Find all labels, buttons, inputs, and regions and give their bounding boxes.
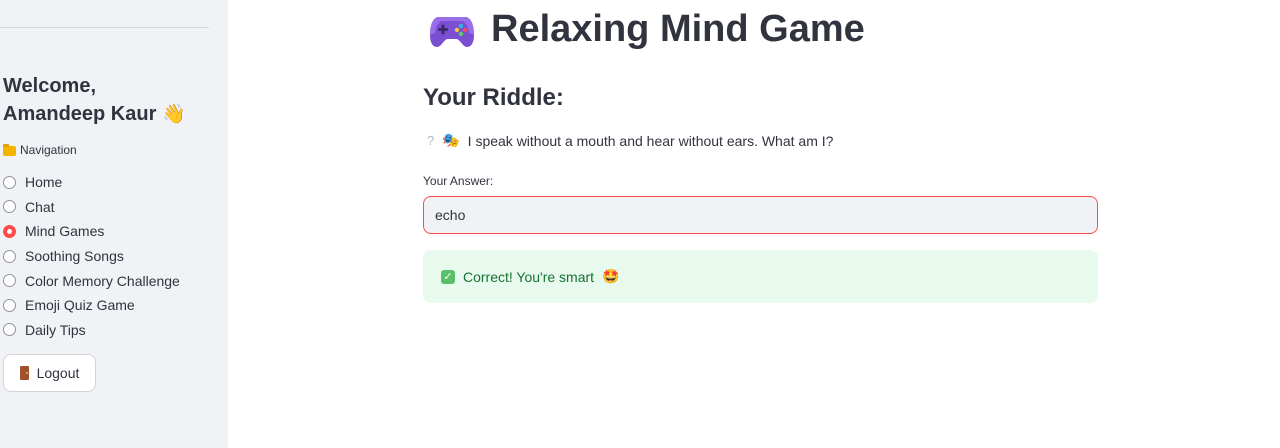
nav-option-color-memory-challenge[interactable]: Color Memory Challenge xyxy=(3,268,180,293)
riddle-text: ? 🎭 I speak without a mouth and hear wit… xyxy=(427,132,833,149)
star-struck-icon: 🤩 xyxy=(602,268,620,284)
check-mark-icon: ✓ xyxy=(441,269,455,284)
door-icon xyxy=(19,366,29,380)
radio-button[interactable] xyxy=(3,200,16,214)
navigation-radio-group: Home Chat Mind Games Soothing Songs Colo… xyxy=(3,170,180,342)
nav-option-emoji-quiz-game[interactable]: Emoji Quiz Game xyxy=(3,293,180,318)
answer-input[interactable] xyxy=(423,196,1098,234)
game-controller-icon xyxy=(430,16,474,47)
nav-option-daily-tips[interactable]: Daily Tips xyxy=(3,318,180,343)
nav-option-label: Emoji Quiz Game xyxy=(25,297,135,314)
success-text: Correct! You're smart xyxy=(463,268,595,285)
nav-option-label: Color Memory Challenge xyxy=(25,272,180,289)
success-message: ✓ Correct! You're smart 🤩 xyxy=(423,250,1098,303)
nav-option-label: Chat xyxy=(25,198,55,215)
nav-option-mind-games[interactable]: Mind Games xyxy=(3,219,180,244)
user-name: Amandeep Kaur xyxy=(3,103,157,125)
question-mark-icon: ? xyxy=(427,133,435,148)
logout-button[interactable]: Logout xyxy=(3,354,96,392)
welcome-line-1: Welcome, xyxy=(3,75,96,97)
radio-button[interactable] xyxy=(3,323,16,337)
nav-option-soothing-songs[interactable]: Soothing Songs xyxy=(3,244,180,269)
navigation-label: Navigation xyxy=(3,143,77,157)
navigation-label-text: Navigation xyxy=(20,143,77,157)
nav-option-label: Home xyxy=(25,174,63,191)
radio-button-selected[interactable] xyxy=(3,224,16,238)
radio-button[interactable] xyxy=(3,298,16,312)
nav-option-label: Daily Tips xyxy=(25,321,86,338)
logout-label: Logout xyxy=(36,365,80,381)
page-title: Relaxing Mind Game xyxy=(429,8,865,51)
radio-button[interactable] xyxy=(3,175,16,189)
answer-label: Your Answer: xyxy=(423,174,494,188)
welcome-heading: Welcome, Amandeep Kaur 👋 xyxy=(3,72,223,129)
page-title-text: Relaxing Mind Game xyxy=(491,8,865,50)
radio-button[interactable] xyxy=(3,274,16,288)
sidebar: Welcome, Amandeep Kaur 👋 Navigation Home… xyxy=(0,0,228,448)
folder-icon xyxy=(3,144,16,156)
radio-button[interactable] xyxy=(3,249,16,263)
sidebar-divider xyxy=(0,27,209,28)
riddle-question: I speak without a mouth and hear without… xyxy=(467,132,834,149)
nav-option-label: Mind Games xyxy=(25,223,105,240)
waving-hand-icon: 👋 xyxy=(161,104,186,125)
nav-option-chat[interactable]: Chat xyxy=(3,195,180,220)
theater-masks-icon: 🎭 xyxy=(442,132,460,148)
nav-option-home[interactable]: Home xyxy=(3,170,180,195)
welcome-line-2: Amandeep Kaur 👋 xyxy=(3,100,223,129)
nav-option-label: Soothing Songs xyxy=(25,248,124,265)
riddle-heading: Your Riddle: xyxy=(423,84,564,111)
